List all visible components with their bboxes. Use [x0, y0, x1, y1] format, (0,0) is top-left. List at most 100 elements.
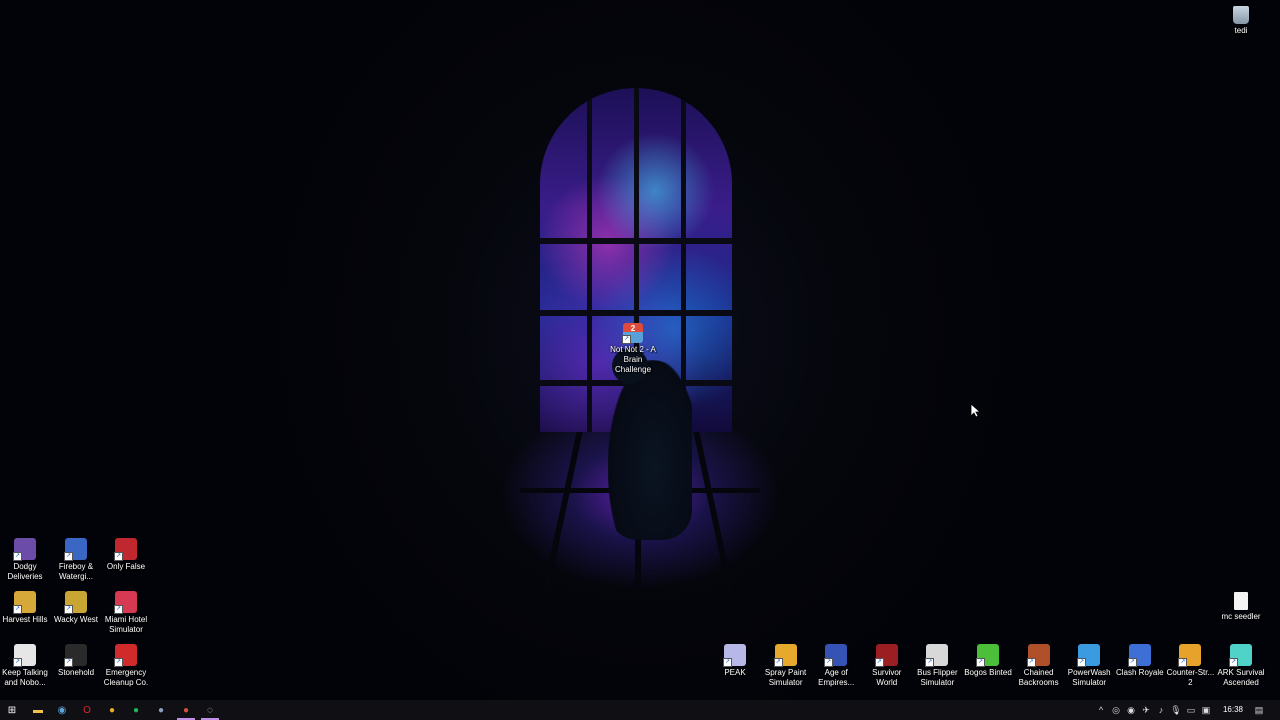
- opera-icon[interactable]: O: [75, 700, 99, 720]
- desktop-icon-label: PEAK: [724, 668, 746, 677]
- game-icon: ↗: [64, 644, 87, 667]
- volume-icon[interactable]: ♪: [1154, 700, 1168, 720]
- desktop-icon-left[interactable]: ↗ Emergency Cleanup Co.: [101, 644, 151, 688]
- desktop-icon-label: Only False: [106, 562, 146, 571]
- shortcut-arrow-icon: ↗: [622, 335, 631, 344]
- chrome-profile-icon[interactable]: ●: [174, 700, 198, 720]
- desktop-icon-mc-seedler[interactable]: mc seedler: [1216, 592, 1266, 622]
- shortcut-arrow-icon: ↗: [64, 658, 73, 667]
- clock[interactable]: 16:38: [1216, 700, 1250, 720]
- shortcut-arrow-icon: ↗: [13, 658, 22, 667]
- desktop-icon-left[interactable]: ↗ Wacky West: [51, 591, 101, 625]
- desktop-icon-left[interactable]: ↗ Fireboy & Watergi...: [51, 538, 101, 582]
- desktop-icon-bottom[interactable]: ↗ PEAK: [710, 644, 760, 678]
- shortcut-arrow-icon: ↗: [723, 658, 732, 667]
- game-icon: ↗: [1026, 644, 1050, 667]
- game-icon: ↗: [114, 644, 137, 667]
- desktop-icon-label: Wacky West: [53, 615, 98, 624]
- desktop-icon-left[interactable]: ↗ Harvest Hills: [0, 591, 50, 625]
- desktop-icon-left[interactable]: ↗ Only False: [101, 538, 151, 572]
- game-icon: ↗: [824, 644, 848, 667]
- steam-tray-icon[interactable]: ✈: [1139, 700, 1153, 720]
- app-tray-icon[interactable]: ◉: [1124, 700, 1138, 720]
- game-icon: ↗: [925, 644, 949, 667]
- opera-tray-icon[interactable]: ◎: [1109, 700, 1123, 720]
- obs-icon[interactable]: ◌: [198, 700, 222, 720]
- desktop-icon-bottom[interactable]: ↗ Age of Empires...: [811, 644, 861, 688]
- desktop-icon-bottom[interactable]: ↗ Counter-Str... 2: [1165, 644, 1215, 688]
- game-icon: ↗: [773, 644, 797, 667]
- desktop-icon-bottom[interactable]: ↗ PowerWash Simulator: [1064, 644, 1114, 688]
- chrome-icon[interactable]: ●: [100, 700, 124, 720]
- microphone-icon[interactable]: 🎙: [1169, 700, 1183, 720]
- desktop-icon-not-not-2[interactable]: 2 ↗ Not Not 2 - A Brain Challenge: [605, 323, 661, 375]
- game-icon: ↗: [874, 644, 898, 667]
- taskbar-glyph: ⊞: [7, 704, 17, 716]
- game-icon: ↗: [13, 644, 36, 667]
- desktop-icon-bottom[interactable]: ↗ Bogos Binted: [963, 644, 1013, 678]
- taskbar-glyph: ◉: [57, 704, 67, 716]
- desktop-icon-label: Stonehold: [57, 668, 95, 677]
- network-icon[interactable]: ▣: [1199, 700, 1213, 720]
- start-button[interactable]: ⊞: [0, 700, 24, 720]
- desktop-icon-bottom[interactable]: ↗ ARK Survival Ascended: [1216, 644, 1266, 688]
- spotify-icon[interactable]: ●: [124, 700, 148, 720]
- taskbar-glyph: ●: [182, 704, 190, 716]
- game-icon: ↗: [1127, 644, 1151, 667]
- desktop-icon-label: Age of Empires...: [818, 668, 855, 687]
- shortcut-arrow-icon: ↗: [114, 605, 123, 614]
- desktop-icon-bottom[interactable]: ↗ Chained Backrooms: [1014, 644, 1064, 688]
- game-icon: ↗: [114, 591, 137, 614]
- steam-icon[interactable]: ◉: [50, 700, 74, 720]
- desktop-icon-left[interactable]: ↗ Keep Talking and Nobo...: [0, 644, 50, 688]
- desktop-icon-label: Harvest Hills: [2, 615, 48, 624]
- desktop-icon-label: Counter-Str... 2: [1166, 668, 1215, 687]
- shortcut-arrow-icon: ↗: [13, 605, 22, 614]
- taskbar-glyph: ●: [132, 704, 140, 716]
- desktop-icon-label: Not Not 2 - A Brain Challenge: [610, 345, 656, 374]
- shortcut-arrow-icon: ↗: [13, 552, 22, 561]
- desktop-icon-bottom[interactable]: ↗ Clash Royale: [1115, 644, 1165, 678]
- desktop-icon-left[interactable]: ↗ Dodgy Deliveries: [0, 538, 50, 582]
- file-explorer-icon[interactable]: ▬: [26, 700, 50, 720]
- desktop-icon-label: Survivor World: [872, 668, 902, 687]
- game-icon: ↗: [13, 538, 36, 561]
- shortcut-arrow-icon: ↗: [64, 605, 73, 614]
- desktop-icon-left[interactable]: ↗ Stonehold: [51, 644, 101, 678]
- shortcut-arrow-icon: ↗: [874, 658, 884, 667]
- desktop-icon-label: Bogos Binted: [964, 668, 1012, 677]
- desktop-icon-left[interactable]: ↗ Miami Hotel Simulator: [101, 591, 151, 635]
- shortcut-arrow-icon: ↗: [64, 552, 73, 561]
- game-icon: ↗: [723, 644, 746, 667]
- app-icon[interactable]: ●: [149, 700, 173, 720]
- desktop-icon-label: Spray Paint Simulator: [764, 668, 807, 687]
- shortcut-arrow-icon: ↗: [1229, 658, 1238, 667]
- desktop-icon-label: Emergency Cleanup Co.: [103, 668, 149, 687]
- notification-icon[interactable]: ▤: [1252, 700, 1266, 720]
- game-icon: ↗: [114, 538, 137, 561]
- show-hidden-icons[interactable]: ^: [1094, 700, 1108, 720]
- desktop-icon-label: ARK Survival Ascended: [1217, 668, 1265, 687]
- desktop-icon-label: PowerWash Simulator: [1067, 668, 1111, 687]
- taskbar-glyph: ◌: [207, 704, 213, 716]
- shortcut-arrow-icon: ↗: [773, 658, 783, 667]
- recycle-bin-icon: [1233, 6, 1249, 24]
- game-icon: ↗: [976, 644, 999, 667]
- game-icon: ↗: [64, 538, 87, 561]
- shortcut-arrow-icon: ↗: [114, 658, 123, 667]
- desktop-icon-label: Keep Talking and Nobo...: [2, 668, 48, 687]
- taskbar-glyph: ●: [108, 704, 116, 716]
- desktop-icon-bottom[interactable]: ↗ Spray Paint Simulator: [761, 644, 811, 688]
- desktop-icon-bottom[interactable]: ↗ Survivor World: [862, 644, 912, 688]
- shortcut-arrow-icon: ↗: [1077, 658, 1087, 667]
- badge-number: 2: [630, 324, 636, 333]
- game-shortcut-icon: 2 ↗: [622, 323, 643, 344]
- battery-icon[interactable]: ▭: [1184, 700, 1198, 720]
- desktop-icon-label: Chained Backrooms: [1018, 668, 1059, 687]
- desktop-icon-tedi[interactable]: tedi: [1216, 6, 1266, 36]
- taskbar-glyph: O: [83, 704, 91, 716]
- shortcut-arrow-icon: ↗: [114, 552, 123, 561]
- desktop-icon-bottom[interactable]: ↗ Bus Flipper Simulator: [912, 644, 962, 688]
- game-icon: ↗: [13, 591, 36, 614]
- game-icon: ↗: [64, 591, 87, 614]
